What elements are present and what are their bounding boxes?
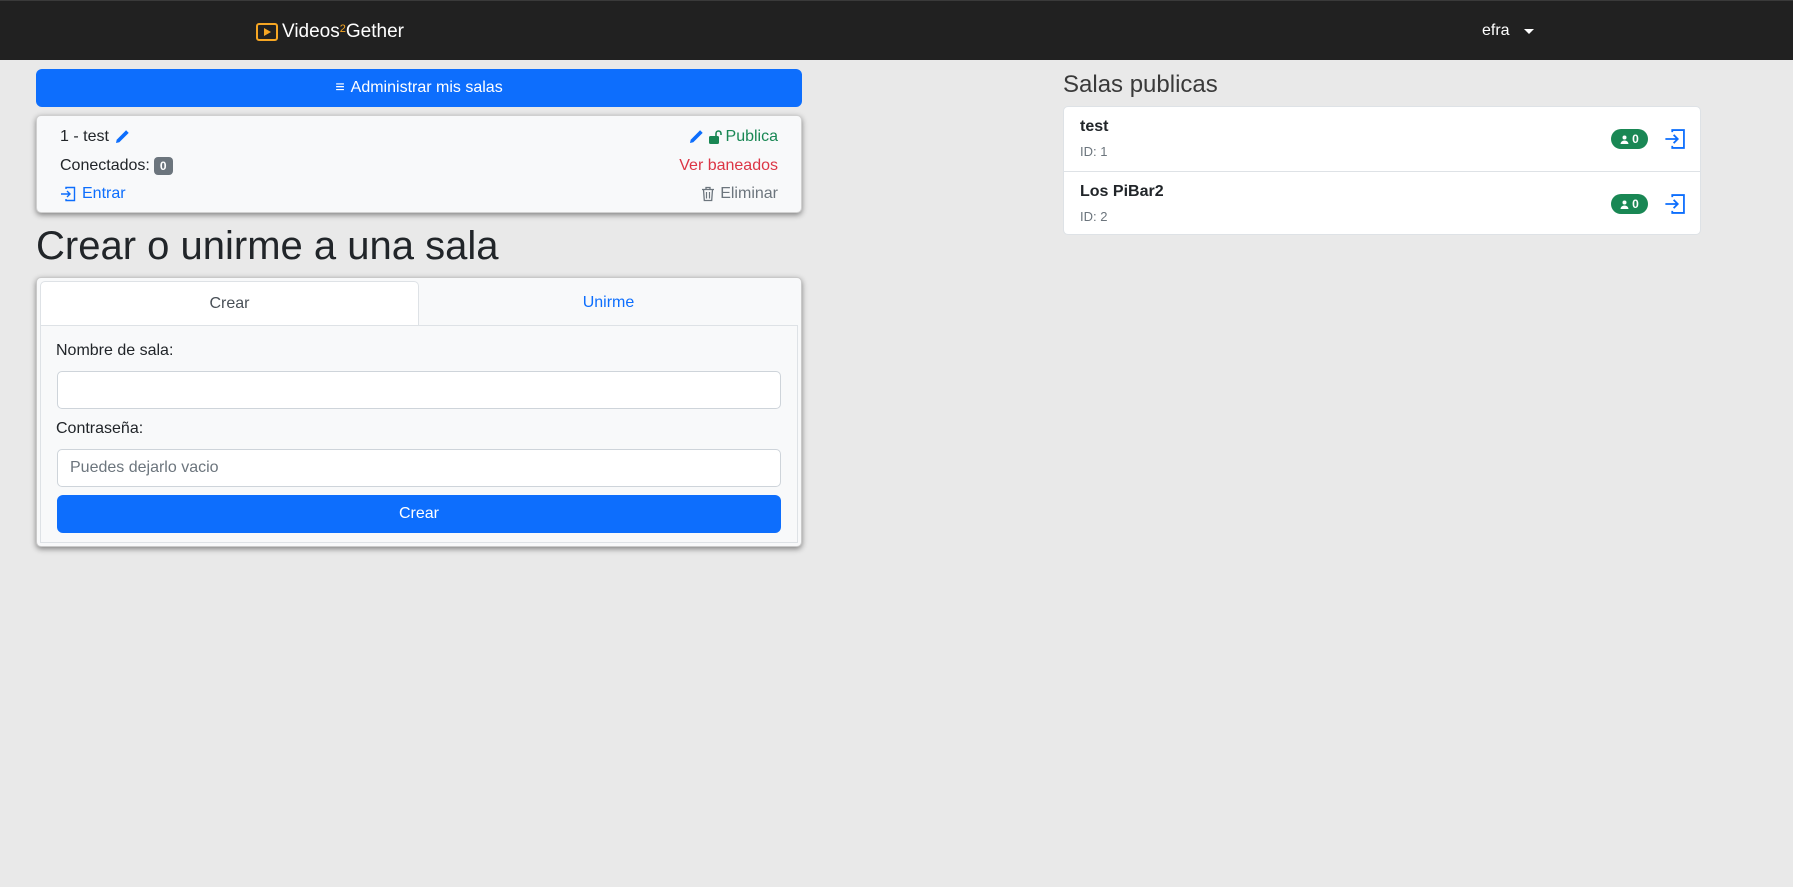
play-icon — [256, 23, 278, 41]
users-count: 0 — [1632, 132, 1639, 146]
trash-icon — [702, 186, 715, 202]
person-icon — [1620, 200, 1629, 209]
box-arrow-in-icon[interactable] — [1664, 193, 1686, 215]
my-room-title-text: 1 - test — [60, 128, 109, 145]
users-count: 0 — [1632, 197, 1639, 211]
manage-rooms-button[interactable]: ≡ Administrar mis salas — [36, 69, 802, 107]
connected-count: Conectados: 0 — [60, 157, 173, 175]
enter-room-label: Entrar — [82, 185, 126, 202]
box-arrow-in-icon — [61, 186, 76, 202]
tab-create[interactable]: Crear — [40, 281, 419, 325]
brand-text-rest: Gether — [345, 21, 404, 42]
my-room-title: 1 - test — [60, 128, 130, 146]
brand-superscript: 2 — [339, 23, 346, 35]
user-menu-toggle[interactable]: efra — [1482, 22, 1534, 40]
enter-room-link[interactable]: Entrar — [60, 185, 126, 203]
manage-rooms-label: Administrar mis salas — [350, 79, 503, 96]
visibility-status: Publica — [688, 128, 778, 146]
delete-room-link[interactable]: Eliminar — [701, 185, 778, 203]
password-input[interactable] — [57, 449, 781, 487]
brand-text: Videos — [282, 21, 340, 42]
public-rooms-list: test ID: 1 0 Los PiBar2 ID: 2 0 — [1063, 106, 1701, 235]
public-room-name: test — [1080, 118, 1109, 135]
room-name-label: Nombre de sala: — [56, 342, 174, 359]
public-room-name: Los PiBar2 — [1080, 183, 1164, 200]
box-arrow-in-icon[interactable] — [1664, 128, 1686, 150]
create-room-button[interactable]: Crear — [57, 495, 781, 533]
connected-label: Conectados: — [60, 157, 150, 174]
person-icon — [1620, 135, 1629, 144]
list-item: Los PiBar2 ID: 2 0 — [1064, 171, 1700, 235]
visibility-label: Publica — [725, 128, 778, 145]
password-label: Contraseña: — [56, 420, 144, 437]
room-name-input[interactable] — [57, 371, 781, 409]
bars-icon: ≡ — [335, 79, 345, 96]
tab-join[interactable]: Unirme — [419, 281, 798, 325]
unlock-icon — [708, 130, 722, 144]
list-item: test ID: 1 0 — [1064, 107, 1700, 171]
create-join-title: Crear o unirme a una sala — [36, 224, 499, 268]
public-room-id: ID: 1 — [1080, 144, 1108, 159]
brand-logo[interactable]: Videos 2 Gether — [256, 20, 404, 44]
public-room-id: ID: 2 — [1080, 209, 1108, 224]
pencil-icon[interactable] — [114, 129, 130, 145]
pencil-icon[interactable] — [688, 129, 704, 145]
delete-room-label: Eliminar — [720, 185, 778, 202]
username: efra — [1482, 22, 1510, 39]
connected-badge: 0 — [153, 157, 173, 175]
create-join-tabs: Crear Unirme — [40, 281, 798, 326]
public-rooms-title: Salas publicas — [1063, 71, 1218, 98]
caret-down-icon — [1523, 28, 1534, 34]
view-banned-link[interactable]: Ver baneados — [679, 157, 778, 175]
navbar: Videos 2 Gether efra — [0, 0, 1793, 60]
users-badge: 0 — [1611, 129, 1648, 149]
my-room-card: 1 - test Conectados: 0 Entrar Publica Ve… — [36, 115, 802, 213]
users-badge: 0 — [1611, 194, 1648, 214]
